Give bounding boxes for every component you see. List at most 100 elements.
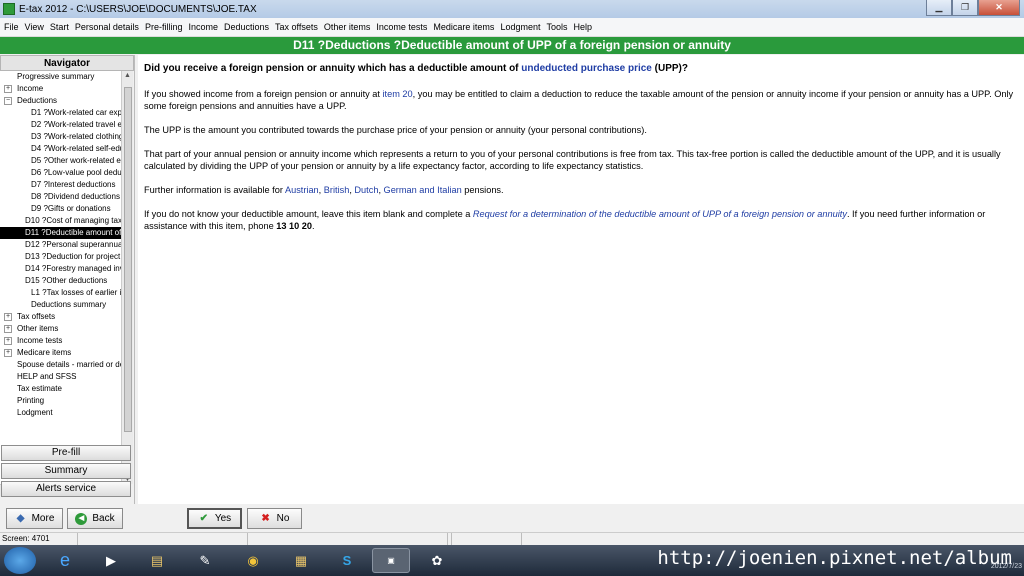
- expand-icon[interactable]: +: [4, 325, 12, 333]
- window-controls: ▁ ❐ ✕: [926, 0, 1020, 16]
- menu-bar: File View Start Personal details Pre-fil…: [0, 18, 1024, 37]
- nav-item[interactable]: Lodgment: [0, 407, 121, 419]
- paragraph-1: If you showed income from a foreign pens…: [144, 88, 1018, 112]
- ie-icon[interactable]: e: [46, 548, 84, 573]
- nav-item[interactable]: Progressive summary: [0, 71, 121, 83]
- nav-item[interactable]: D1 ?Work-related car expenses: [0, 107, 121, 119]
- back-label: Back: [92, 513, 115, 524]
- nav-item[interactable]: D2 ?Work-related travel expenses: [0, 119, 121, 131]
- nav-item[interactable]: Tax estimate: [0, 383, 121, 395]
- x-icon: ✖: [261, 513, 270, 524]
- scroll-thumb[interactable]: [124, 87, 132, 432]
- tool-icon[interactable]: ✎: [186, 548, 224, 573]
- nav-item[interactable]: D5 ?Other work-related expenses: [0, 155, 121, 167]
- nav-item-label: D12 ?Personal superannuation: [25, 240, 121, 249]
- nav-item[interactable]: D13 ?Deduction for project pool: [0, 251, 121, 263]
- nav-item-label: D1 ?Work-related car expenses: [31, 108, 121, 117]
- no-button[interactable]: ✖ No: [247, 508, 302, 529]
- nav-item[interactable]: D14 ?Forestry managed investment: [0, 263, 121, 275]
- nav-item[interactable]: Deductions summary: [0, 299, 121, 311]
- menu-deductions[interactable]: Deductions: [224, 22, 269, 32]
- nav-item-label: D3 ?Work-related clothing: [31, 132, 121, 141]
- nav-item[interactable]: D11 ?Deductible amount of UPP: [0, 227, 121, 239]
- expand-icon[interactable]: +: [4, 313, 12, 321]
- nav-item-label: D9 ?Gifts or donations: [31, 204, 111, 213]
- back-arrow-icon: ◄: [75, 512, 88, 525]
- menu-tools[interactable]: Tools: [546, 22, 567, 32]
- nav-item[interactable]: D4 ?Work-related self-education: [0, 143, 121, 155]
- menu-income[interactable]: Income: [188, 22, 218, 32]
- nav-item[interactable]: + Other items: [0, 323, 121, 335]
- folder-icon[interactable]: ▤: [138, 548, 176, 573]
- nav-item[interactable]: − Deductions: [0, 95, 121, 107]
- menu-lodgment[interactable]: Lodgment: [500, 22, 540, 32]
- nav-item[interactable]: + Income: [0, 83, 121, 95]
- more-button[interactable]: ◆ More: [6, 508, 63, 529]
- expand-icon[interactable]: +: [4, 85, 12, 93]
- nav-item[interactable]: L1 ?Tax losses of earlier income years: [0, 287, 121, 299]
- nav-item[interactable]: D9 ?Gifts or donations: [0, 203, 121, 215]
- german-italian-link[interactable]: German and Italian: [384, 185, 462, 195]
- skype-icon[interactable]: S: [328, 548, 366, 573]
- nav-item-label: Lodgment: [17, 408, 53, 417]
- nav-item[interactable]: D7 ?Interest deductions: [0, 179, 121, 191]
- paragraph-3: That part of your annual pension or annu…: [144, 149, 1001, 171]
- menu-personal-details[interactable]: Personal details: [75, 22, 139, 32]
- menu-file[interactable]: File: [4, 22, 19, 32]
- request-determination-link[interactable]: Request for a determination of the deduc…: [473, 209, 847, 219]
- menu-other-items[interactable]: Other items: [324, 22, 371, 32]
- p5-end: .: [312, 221, 315, 231]
- upp-link[interactable]: undeducted purchase price: [521, 63, 652, 74]
- alerts-service-button[interactable]: Alerts service: [1, 481, 131, 497]
- nav-item[interactable]: D12 ?Personal superannuation: [0, 239, 121, 251]
- nav-item[interactable]: Printing: [0, 395, 121, 407]
- nav-item[interactable]: + Income tests: [0, 335, 121, 347]
- etax-icon[interactable]: ▣: [372, 548, 410, 573]
- maximize-button[interactable]: ❐: [952, 0, 978, 16]
- nav-item[interactable]: + Tax offsets: [0, 311, 121, 323]
- nav-item[interactable]: D15 ?Other deductions: [0, 275, 121, 287]
- menu-tax-offsets[interactable]: Tax offsets: [275, 22, 318, 32]
- start-button-icon[interactable]: [4, 547, 36, 574]
- title-bar: E-tax 2012 - C:\USERS\JOE\DOCUMENTS\JOE.…: [0, 0, 1024, 18]
- scroll-up-arrow-icon[interactable]: ▲: [124, 72, 131, 79]
- nav-item-label: Medicare items: [17, 348, 72, 357]
- etax-app-icon: [3, 3, 15, 15]
- austrian-link[interactable]: Austrian: [285, 185, 319, 195]
- nav-item-label: D7 ?Interest deductions: [31, 180, 116, 189]
- nav-item[interactable]: D8 ?Dividend deductions: [0, 191, 121, 203]
- chrome-icon[interactable]: ◉: [234, 548, 272, 573]
- menu-help[interactable]: Help: [573, 22, 592, 32]
- nav-item-label: Printing: [17, 396, 45, 405]
- menu-medicare-items[interactable]: Medicare items: [433, 22, 494, 32]
- pre-fill-button[interactable]: Pre-fill: [1, 445, 131, 461]
- question-text: Did you receive a foreign pension or ann…: [144, 63, 1018, 74]
- paint-icon[interactable]: ✿: [418, 548, 456, 573]
- explorer-icon[interactable]: ▦: [282, 548, 320, 573]
- menu-view[interactable]: View: [25, 22, 44, 32]
- collapse-icon[interactable]: −: [4, 97, 12, 105]
- nav-item-label: Other items: [17, 324, 59, 333]
- close-button[interactable]: ✕: [978, 0, 1020, 16]
- nav-item[interactable]: D6 ?Low-value pool deduction: [0, 167, 121, 179]
- expand-icon[interactable]: +: [4, 337, 12, 345]
- british-link[interactable]: British: [324, 185, 350, 195]
- summary-button[interactable]: Summary: [1, 463, 131, 479]
- menu-start[interactable]: Start: [50, 22, 69, 32]
- menu-income-tests[interactable]: Income tests: [376, 22, 427, 32]
- yes-button[interactable]: ✔ Yes: [187, 508, 242, 529]
- minimize-button[interactable]: ▁: [926, 0, 952, 16]
- expand-icon[interactable]: +: [4, 349, 12, 357]
- nav-item-label: D11 ?Deductible amount of UPP: [25, 228, 121, 237]
- nav-item[interactable]: + Medicare items: [0, 347, 121, 359]
- item-20-link[interactable]: item 20: [383, 89, 413, 99]
- nav-item[interactable]: HELP and SFSS: [0, 371, 121, 383]
- menu-pre-filling[interactable]: Pre-filling: [145, 22, 183, 32]
- dutch-link[interactable]: Dutch: [354, 185, 378, 195]
- media-icon[interactable]: ▶: [92, 548, 130, 573]
- nav-item[interactable]: D10 ?Cost of managing tax affairs: [0, 215, 121, 227]
- navigator-vertical-scrollbar[interactable]: ▲ ▼: [121, 71, 133, 484]
- nav-item[interactable]: Spouse details - married or de facto: [0, 359, 121, 371]
- back-button[interactable]: ◄ Back: [67, 508, 123, 529]
- nav-item[interactable]: D3 ?Work-related clothing: [0, 131, 121, 143]
